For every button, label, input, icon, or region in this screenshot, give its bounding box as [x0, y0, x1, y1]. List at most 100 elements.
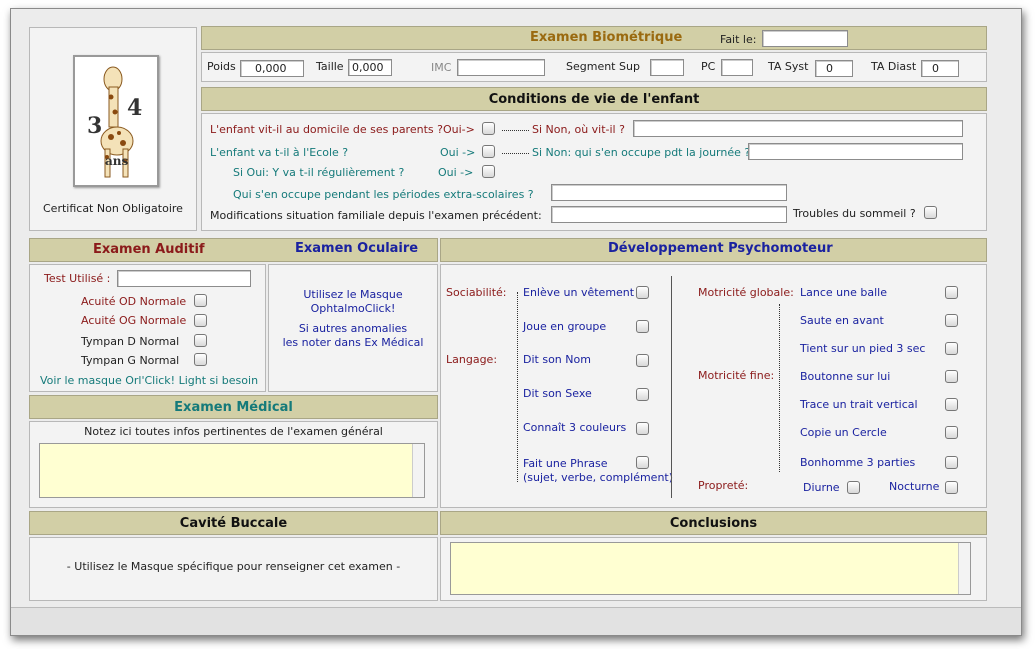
- sommeil-checkbox[interactable]: [924, 206, 937, 219]
- q2-oui-checkbox[interactable]: [482, 145, 495, 158]
- motricite-fine-label: Motricité fine:: [698, 369, 775, 382]
- glob-item-1: Lance une balle: [800, 286, 887, 299]
- psycho-title: Développement Psychomoteur: [608, 241, 833, 256]
- lang-item-4: Fait une Phrase: [523, 457, 608, 470]
- q1-oui-checkbox[interactable]: [482, 122, 495, 135]
- giraffe-logo: 3 4 ans: [73, 55, 159, 187]
- q3-oui-checkbox[interactable]: [482, 165, 495, 178]
- fine-item-4: Bonhomme 3 parties: [800, 456, 916, 469]
- conditions-header: Conditions de vie de l'enfant: [201, 87, 987, 111]
- soc-item-1-checkbox[interactable]: [636, 286, 649, 299]
- q3-label: Si Oui: Y va t-il régulièrement ?: [233, 166, 405, 179]
- conclusions-textarea[interactable]: [450, 542, 971, 595]
- q2-non-label: Si Non: qui s'en occupe pdt la journée ?: [532, 146, 751, 159]
- test-label: Test Utilisé :: [44, 272, 111, 285]
- sociabilite-label: Sociabilité:: [446, 286, 507, 299]
- tympan-g-label: Tympan G Normal: [81, 354, 180, 367]
- glob-item-3-checkbox[interactable]: [945, 342, 958, 355]
- ta-diast-input[interactable]: 0: [921, 60, 959, 77]
- lang-item-2-checkbox[interactable]: [636, 388, 649, 401]
- oculaire-line4: les noter dans Ex Médical: [282, 336, 424, 349]
- pc-label: PC: [701, 60, 716, 73]
- q1-separator: [502, 130, 529, 131]
- taille-input[interactable]: 0,000: [348, 59, 392, 76]
- oculaire-line3: Si autres anomalies: [298, 322, 408, 335]
- soc-item-2: Joue en groupe: [523, 320, 607, 333]
- bottom-scroll-area: [11, 607, 1021, 635]
- svg-text:ans: ans: [105, 154, 129, 168]
- buccale-header: Cavité Buccale: [29, 511, 438, 535]
- q1-non-input[interactable]: [633, 120, 963, 137]
- acuite-og-checkbox[interactable]: [194, 314, 207, 327]
- poids-input[interactable]: 0,000: [240, 60, 304, 77]
- q4-label: Qui s'en occupe pendant les périodes ext…: [233, 188, 534, 201]
- oculaire-line1: Utilisez le Masque: [303, 288, 403, 301]
- lang-item-3: Connaît 3 couleurs: [523, 421, 627, 434]
- q5-label: Modifications situation familiale depuis…: [210, 209, 542, 222]
- lang-item-1: Dit son Nom: [523, 353, 591, 366]
- pc-input[interactable]: [721, 59, 753, 76]
- diurne-checkbox[interactable]: [847, 481, 860, 494]
- imc-input[interactable]: [457, 59, 545, 76]
- glob-item-1-checkbox[interactable]: [945, 286, 958, 299]
- glob-item-3: Tient sur un pied 3 sec: [800, 342, 926, 355]
- lang-item-4-checkbox[interactable]: [636, 456, 649, 469]
- fine-item-3: Copie un Cercle: [800, 426, 887, 439]
- q1-oui-label: Oui->: [443, 123, 475, 136]
- segment-input[interactable]: [650, 59, 684, 76]
- fait-le-input[interactable]: [762, 30, 848, 47]
- glob-item-2-checkbox[interactable]: [945, 314, 958, 327]
- glob-item-2: Saute en avant: [800, 314, 884, 327]
- poids-label: Poids: [207, 60, 236, 73]
- acuite-od-checkbox[interactable]: [194, 294, 207, 307]
- q3-oui-label: Oui ->: [438, 166, 474, 179]
- medical-header: Examen Médical: [29, 395, 438, 419]
- oculaire-line2: OphtalmoClick!: [310, 302, 396, 315]
- soc-item-2-checkbox[interactable]: [636, 320, 649, 333]
- ta-syst-label: TA Syst: [768, 60, 809, 73]
- soc-item-1: Enlève un vêtement: [523, 286, 635, 299]
- test-input[interactable]: [117, 270, 251, 287]
- fine-item-3-checkbox[interactable]: [945, 426, 958, 439]
- buccale-note: - Utilisez le Masque spécifique pour ren…: [66, 560, 401, 573]
- q2-non-input[interactable]: [748, 143, 963, 160]
- medical-title: Examen Médical: [174, 399, 293, 415]
- psycho-middle-separator: [671, 276, 672, 498]
- langage-label: Langage:: [446, 353, 498, 366]
- orl-link[interactable]: Voir le masque Orl'Click! Light si besoi…: [40, 374, 258, 388]
- ta-syst-input[interactable]: 0: [815, 60, 853, 77]
- taille-label: Taille: [316, 60, 344, 73]
- medical-scrollbar[interactable]: [412, 444, 424, 497]
- imc-label: IMC: [431, 61, 452, 74]
- acuite-og-label: Acuité OG Normale: [81, 314, 187, 327]
- q5-input[interactable]: [551, 206, 787, 223]
- conditions-title: Conditions de vie de l'enfant: [488, 91, 700, 107]
- medical-textarea[interactable]: [39, 443, 425, 498]
- fait-le-label: Fait le:: [720, 33, 757, 46]
- fine-item-1: Boutonne sur lui: [800, 370, 891, 383]
- q2-oui-label: Oui ->: [440, 146, 476, 159]
- fine-item-4-checkbox[interactable]: [945, 456, 958, 469]
- fine-item-2-checkbox[interactable]: [945, 398, 958, 411]
- tympan-g-checkbox[interactable]: [194, 353, 207, 366]
- ta-diast-label: TA Diast: [871, 60, 917, 73]
- segment-label: Segment Sup: [566, 60, 640, 73]
- q2-label: L'enfant va t-il à l'Ecole ?: [210, 146, 349, 159]
- q1-label: L'enfant vit-il au domicile de ses paren…: [210, 123, 443, 136]
- q4-input[interactable]: [551, 184, 787, 201]
- nocturne-checkbox[interactable]: [945, 481, 958, 494]
- lang-item-3-checkbox[interactable]: [636, 422, 649, 435]
- tympan-d-checkbox[interactable]: [194, 334, 207, 347]
- biometrie-title: Examen Biométrique: [530, 30, 683, 45]
- psycho-left-separator: [517, 292, 518, 482]
- giraffe-icon: 3 4 ans: [75, 57, 157, 185]
- diurne-label: Diurne: [803, 481, 840, 494]
- psycho-right-separator: [779, 304, 780, 472]
- sommeil-label: Troubles du sommeil ?: [793, 207, 916, 220]
- conclusions-title: Conclusions: [669, 515, 758, 531]
- conclusions-scrollbar[interactable]: [958, 543, 970, 594]
- fine-item-1-checkbox[interactable]: [945, 370, 958, 383]
- q1-non-label: Si Non, où vit-il ?: [532, 123, 625, 136]
- lang-item-1-checkbox[interactable]: [636, 354, 649, 367]
- motricite-globale-label: Motricité globale:: [698, 286, 794, 299]
